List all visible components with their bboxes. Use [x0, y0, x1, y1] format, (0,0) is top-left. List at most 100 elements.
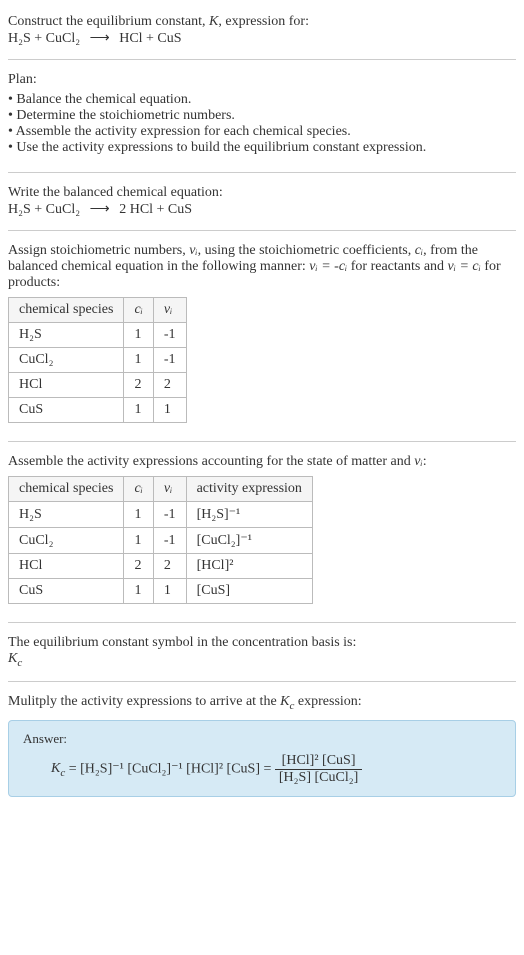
cell: 2 — [124, 373, 153, 398]
cell: 2 — [153, 554, 186, 579]
activity-section: Assemble the activity expressions accoun… — [8, 448, 516, 616]
c-i: cᵢ — [415, 243, 423, 258]
divider — [8, 681, 516, 682]
nu-i: νᵢ — [189, 243, 197, 258]
plan-item: Use the activity expressions to build th… — [8, 140, 516, 156]
kc-symbol: Kc — [8, 651, 22, 666]
intro-text-b: , expression for: — [218, 14, 309, 29]
plan-section: Plan: Balance the chemical equation. Det… — [8, 66, 516, 166]
kc-expression: Kc = [H₂S]⁻¹ [CuCl₂]⁻¹ [HCl]² [CuS] = [H… — [23, 753, 501, 786]
stoich-table: chemical species cᵢ νᵢ H₂S1-1 CuCl₂1-1 H… — [8, 297, 187, 423]
answer-label: Answer: — [23, 731, 501, 747]
cell: 1 — [124, 579, 153, 604]
balanced-label: Write the balanced chemical equation: — [8, 185, 516, 201]
divider — [8, 441, 516, 442]
cell: -1 — [153, 348, 186, 373]
table-row: H₂S1-1[H₂S]⁻¹ — [9, 502, 313, 528]
table-row: CuCl₂1-1 — [9, 348, 187, 373]
divider — [8, 59, 516, 60]
cell: 1 — [153, 398, 186, 423]
intro-k: K — [209, 14, 218, 29]
cell: -1 — [153, 323, 186, 348]
table-row: CuS11 — [9, 398, 187, 423]
cell: 1 — [153, 579, 186, 604]
stoich-text: Assign stoichiometric numbers, — [8, 243, 189, 258]
plan-list: Balance the chemical equation. Determine… — [8, 92, 516, 156]
cell: H₂S — [9, 323, 124, 348]
table-row: CuS11[CuS] — [9, 579, 313, 604]
intro-text-a: Construct the equilibrium constant, — [8, 14, 209, 29]
plan-item: Determine the stoichiometric numbers. — [8, 108, 516, 124]
cell: HCl — [9, 554, 124, 579]
rel2: νᵢ = cᵢ — [448, 259, 481, 274]
table-header-row: chemical species cᵢ νᵢ — [9, 298, 187, 323]
fraction-numerator: [HCl]² [CuS] — [275, 753, 362, 770]
kc: Kc — [280, 694, 294, 709]
eq-lhs: H₂S + CuCl₂ — [8, 31, 80, 46]
cell: CuS — [9, 398, 124, 423]
cell: 1 — [124, 528, 153, 554]
th-ci: cᵢ — [124, 477, 153, 502]
th-activity: activity expression — [186, 477, 312, 502]
divider — [8, 622, 516, 623]
table-row: CuCl₂1-1[CuCl₂]⁻¹ — [9, 528, 313, 554]
intro-equation: H₂S + CuCl₂ ⟶ HCl + CuS — [8, 31, 182, 46]
divider — [8, 230, 516, 231]
cell: [HCl]² — [186, 554, 312, 579]
basis-text: The equilibrium constant symbol in the c… — [8, 635, 516, 651]
cell: CuS — [9, 579, 124, 604]
answer-box: Answer: Kc = [H₂S]⁻¹ [CuCl₂]⁻¹ [HCl]² [C… — [8, 720, 516, 797]
multiply-text: Mulitply the activity expressions to arr… — [8, 694, 280, 709]
kc-k: K — [51, 761, 60, 776]
kc-k: K — [280, 694, 289, 709]
cell: [CuCl₂]⁻¹ — [186, 528, 312, 554]
th-species: chemical species — [9, 477, 124, 502]
cell: CuCl₂ — [9, 528, 124, 554]
kc: Kc — [51, 761, 65, 776]
divider — [8, 172, 516, 173]
eq-rhs: HCl + CuS — [119, 31, 181, 46]
th-species: chemical species — [9, 298, 124, 323]
stoich-text: for reactants and — [347, 259, 447, 274]
fraction-denominator: [H₂S] [CuCl₂] — [275, 770, 362, 786]
cell: 2 — [153, 373, 186, 398]
cell: 2 — [124, 554, 153, 579]
th-ci: cᵢ — [124, 298, 153, 323]
balanced-equation: H₂S + CuCl₂ ⟶ 2 HCl + CuS — [8, 202, 192, 217]
intro-section: Construct the equilibrium constant, K, e… — [8, 8, 516, 53]
kc-eq: = [H₂S]⁻¹ [CuCl₂]⁻¹ [HCl]² [CuS] = — [65, 761, 275, 776]
plan-item: Assemble the activity expression for eac… — [8, 124, 516, 140]
table-row: HCl22[HCl]² — [9, 554, 313, 579]
stoich-text: , using the stoichiometric coefficients, — [198, 243, 415, 258]
cell: H₂S — [9, 502, 124, 528]
eq-lhs: H₂S + CuCl₂ — [8, 202, 80, 217]
fraction: [HCl]² [CuS][H₂S] [CuCl₂] — [275, 753, 362, 786]
cell: CuCl₂ — [9, 348, 124, 373]
plan-item: Balance the chemical equation. — [8, 92, 516, 108]
cell: HCl — [9, 373, 124, 398]
arrow-icon: ⟶ — [90, 30, 110, 47]
multiply-text: expression: — [294, 694, 361, 709]
activity-table: chemical species cᵢ νᵢ activity expressi… — [8, 476, 313, 604]
eq-rhs: 2 HCl + CuS — [119, 202, 192, 217]
cell: 1 — [124, 502, 153, 528]
stoich-section: Assign stoichiometric numbers, νᵢ, using… — [8, 237, 516, 435]
activity-text: Assemble the activity expressions accoun… — [8, 454, 414, 469]
kc-k: K — [8, 651, 17, 666]
th-nui: νᵢ — [153, 477, 186, 502]
table-row: H₂S1-1 — [9, 323, 187, 348]
cell: [CuS] — [186, 579, 312, 604]
table-row: HCl22 — [9, 373, 187, 398]
plan-title: Plan: — [8, 72, 516, 88]
cell: [H₂S]⁻¹ — [186, 502, 312, 528]
arrow-icon: ⟶ — [90, 201, 110, 218]
cell: 1 — [124, 323, 153, 348]
rel1: νᵢ = -cᵢ — [309, 259, 347, 274]
th-nui: νᵢ — [153, 298, 186, 323]
multiply-section: Mulitply the activity expressions to arr… — [8, 688, 516, 803]
table-header-row: chemical species cᵢ νᵢ activity expressi… — [9, 477, 313, 502]
cell: -1 — [153, 502, 186, 528]
basis-section: The equilibrium constant symbol in the c… — [8, 629, 516, 675]
nu-i: νᵢ — [414, 454, 422, 469]
cell: -1 — [153, 528, 186, 554]
